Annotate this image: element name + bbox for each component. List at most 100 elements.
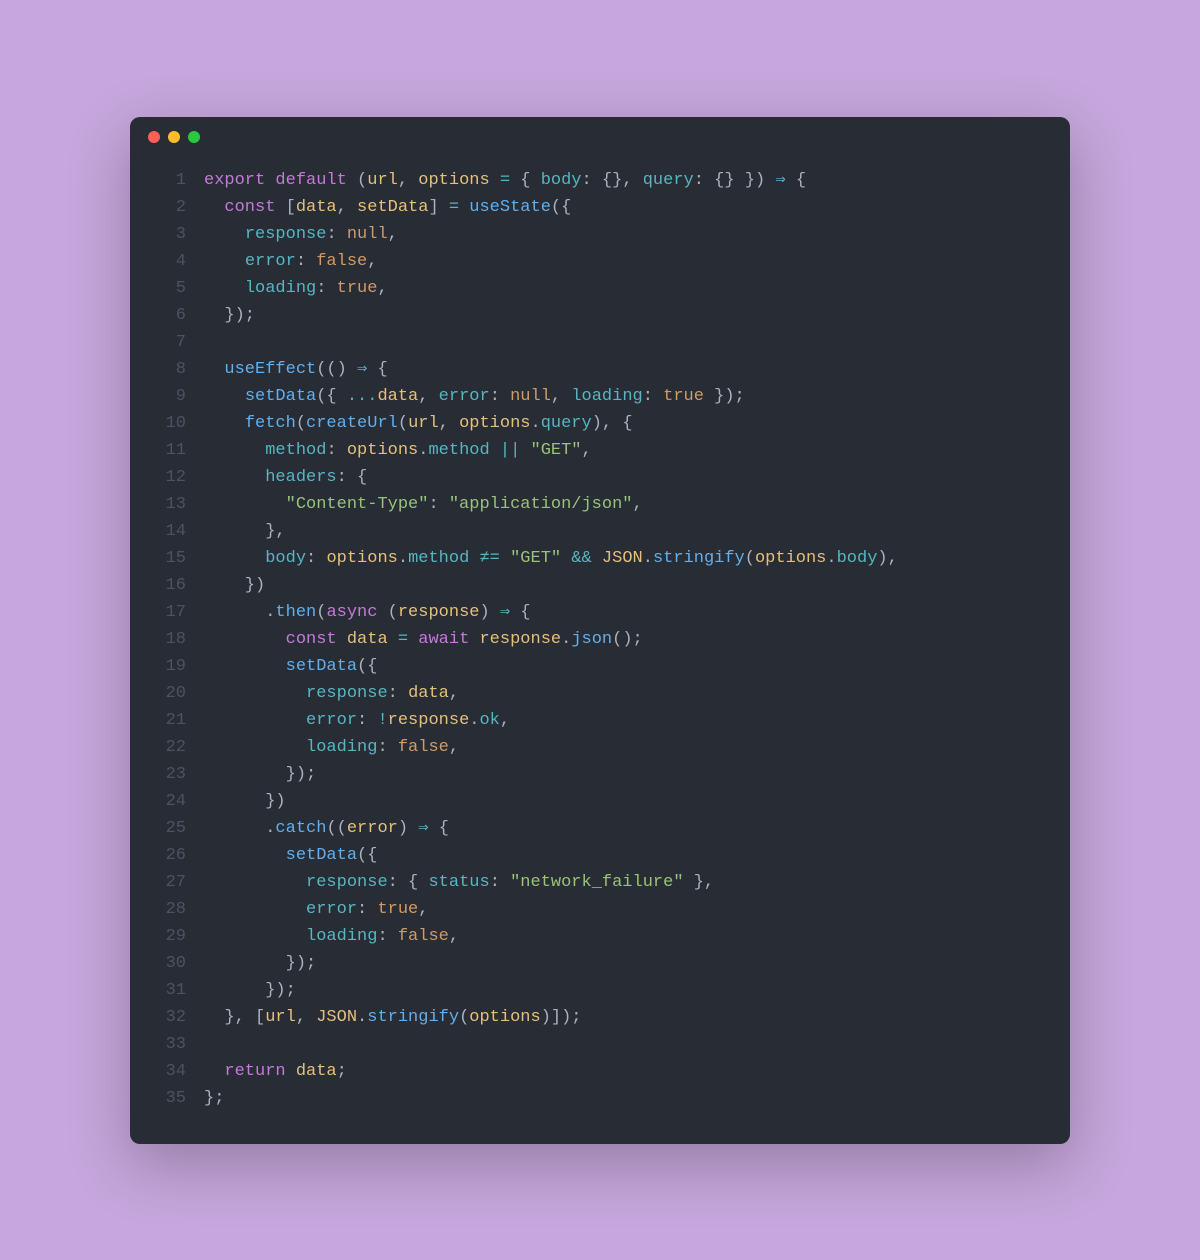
code-line[interactable]: 10 fetch(createUrl(url, options.query), … [154, 410, 1046, 437]
line-source[interactable]: "Content-Type": "application/json", [204, 491, 1046, 518]
code-line[interactable]: 29 loading: false, [154, 923, 1046, 950]
token-p: : [326, 225, 346, 244]
token-p: }) [204, 792, 286, 811]
line-number: 17 [154, 599, 204, 626]
code-line[interactable]: 18 const data = await response.json(); [154, 626, 1046, 653]
line-source[interactable]: .then(async (response) ⇒ { [204, 599, 1046, 626]
code-line[interactable]: 26 setData({ [154, 842, 1046, 869]
line-source[interactable]: response: data, [204, 680, 1046, 707]
line-source[interactable]: const data = await response.json(); [204, 626, 1046, 653]
line-source[interactable]: headers: { [204, 464, 1046, 491]
code-line[interactable]: 19 setData({ [154, 653, 1046, 680]
code-line[interactable]: 21 error: !response.ok, [154, 707, 1046, 734]
code-line[interactable]: 6 }); [154, 302, 1046, 329]
code-line[interactable]: 20 response: data, [154, 680, 1046, 707]
code-line[interactable]: 7 [154, 329, 1046, 356]
code-line[interactable]: 2 const [data, setData] = useState({ [154, 194, 1046, 221]
code-line[interactable]: 17 .then(async (response) ⇒ { [154, 599, 1046, 626]
close-icon[interactable] [148, 131, 160, 143]
token-prop: error [245, 252, 296, 271]
token-fn: json [571, 630, 612, 649]
code-line[interactable]: 8 useEffect(() ⇒ { [154, 356, 1046, 383]
token-str: "Content-Type" [286, 495, 429, 514]
line-source[interactable]: error: true, [204, 896, 1046, 923]
line-number: 19 [154, 653, 204, 680]
code-line[interactable]: 24 }) [154, 788, 1046, 815]
line-number: 32 [154, 1004, 204, 1031]
token-prop: query [541, 414, 592, 433]
code-line[interactable]: 22 loading: false, [154, 734, 1046, 761]
line-source[interactable]: body: options.method ≠= "GET" && JSON.st… [204, 545, 1046, 572]
line-source[interactable]: useEffect(() ⇒ { [204, 356, 1046, 383]
line-number: 15 [154, 545, 204, 572]
code-line[interactable]: 30 }); [154, 950, 1046, 977]
line-source[interactable]: method: options.method || "GET", [204, 437, 1046, 464]
token-p: }); [204, 981, 296, 1000]
token-p: ) [755, 171, 765, 190]
token-p [204, 387, 245, 406]
line-source[interactable]: error: !response.ok, [204, 707, 1046, 734]
line-source[interactable]: .catch((error) ⇒ { [204, 815, 1046, 842]
line-source[interactable]: setData({ [204, 653, 1046, 680]
code-line[interactable]: 34 return data; [154, 1058, 1046, 1085]
line-number: 24 [154, 788, 204, 815]
token-p: ) [398, 819, 418, 838]
code-line[interactable]: 25 .catch((error) ⇒ { [154, 815, 1046, 842]
token-prop: body [541, 171, 582, 190]
code-line[interactable]: 14 }, [154, 518, 1046, 545]
code-line[interactable]: 11 method: options.method || "GET", [154, 437, 1046, 464]
line-source[interactable]: }); [204, 761, 1046, 788]
line-source[interactable]: loading: false, [204, 923, 1046, 950]
line-source[interactable]: loading: false, [204, 734, 1046, 761]
token-prop: error [439, 387, 490, 406]
line-source[interactable]: response: null, [204, 221, 1046, 248]
code-line[interactable]: 23 }); [154, 761, 1046, 788]
line-source[interactable]: }); [204, 977, 1046, 1004]
code-line[interactable]: 1export default (url, options = { body: … [154, 167, 1046, 194]
zoom-icon[interactable] [188, 131, 200, 143]
line-source[interactable]: setData({ ...data, error: null, loading:… [204, 383, 1046, 410]
token-p [204, 684, 306, 703]
line-source[interactable]: }); [204, 950, 1046, 977]
token-p: : [694, 171, 714, 190]
code-line[interactable]: 28 error: true, [154, 896, 1046, 923]
line-source[interactable] [204, 329, 1046, 356]
code-line[interactable]: 33 [154, 1031, 1046, 1058]
code-editor[interactable]: 1export default (url, options = { body: … [130, 157, 1070, 1112]
code-line[interactable]: 31 }); [154, 977, 1046, 1004]
token-prop: response [306, 873, 388, 892]
line-source[interactable] [204, 1031, 1046, 1058]
code-line[interactable]: 4 error: false, [154, 248, 1046, 275]
token-fn: createUrl [306, 414, 398, 433]
line-source[interactable]: error: false, [204, 248, 1046, 275]
line-source[interactable]: }) [204, 788, 1046, 815]
token-kw: await [418, 630, 469, 649]
code-line[interactable]: 32 }, [url, JSON.stringify(options)]); [154, 1004, 1046, 1031]
minimize-icon[interactable] [168, 131, 180, 143]
line-source[interactable]: }, [url, JSON.stringify(options)]); [204, 1004, 1046, 1031]
line-source[interactable]: }; [204, 1085, 1046, 1112]
token-p: : [377, 738, 397, 757]
code-line[interactable]: 9 setData({ ...data, error: null, loadin… [154, 383, 1046, 410]
line-source[interactable]: export default (url, options = { body: {… [204, 167, 1046, 194]
line-source[interactable]: const [data, setData] = useState({ [204, 194, 1046, 221]
code-line[interactable]: 5 loading: true, [154, 275, 1046, 302]
code-line[interactable]: 12 headers: { [154, 464, 1046, 491]
line-source[interactable]: setData({ [204, 842, 1046, 869]
line-source[interactable]: }) [204, 572, 1046, 599]
line-source[interactable]: return data; [204, 1058, 1046, 1085]
token-p: , [551, 387, 571, 406]
line-source[interactable]: fetch(createUrl(url, options.query), { [204, 410, 1046, 437]
code-line[interactable]: 15 body: options.method ≠= "GET" && JSON… [154, 545, 1046, 572]
line-source[interactable]: }); [204, 302, 1046, 329]
code-line[interactable]: 13 "Content-Type": "application/json", [154, 491, 1046, 518]
token-p: ({ [357, 657, 377, 676]
token-op: ... [347, 387, 378, 406]
line-source[interactable]: loading: true, [204, 275, 1046, 302]
code-line[interactable]: 3 response: null, [154, 221, 1046, 248]
line-source[interactable]: response: { status: "network_failure" }, [204, 869, 1046, 896]
line-source[interactable]: }, [204, 518, 1046, 545]
code-line[interactable]: 35}; [154, 1085, 1046, 1112]
code-line[interactable]: 27 response: { status: "network_failure"… [154, 869, 1046, 896]
code-line[interactable]: 16 }) [154, 572, 1046, 599]
